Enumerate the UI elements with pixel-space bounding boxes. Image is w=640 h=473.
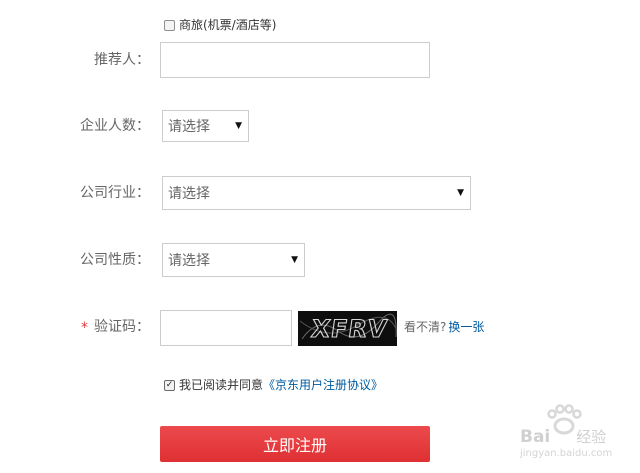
company-nature-selected: 请选择 (168, 253, 210, 269)
company-size-select[interactable]: 请选择 ▼ (162, 110, 249, 142)
dropdown-arrow-icon: ▼ (235, 121, 242, 131)
agreement-prefix: 我已阅读并同意 (179, 378, 264, 392)
company-industry-label: 公司行业： (80, 185, 150, 201)
dropdown-arrow-icon: ▼ (457, 188, 464, 198)
captcha-input[interactable] (160, 310, 292, 346)
referrer-input[interactable] (160, 42, 430, 78)
referrer-label: 推荐人： (94, 52, 150, 68)
required-mark: * (81, 320, 88, 336)
captcha-image[interactable]: XFRV (298, 311, 397, 346)
agreement-checkbox[interactable]: ✓ (164, 379, 175, 391)
captcha-label: 验证码： (94, 319, 150, 335)
business-travel-checkbox[interactable] (164, 19, 175, 31)
company-nature-label: 公司性质： (80, 252, 150, 268)
company-industry-selected: 请选择 (168, 186, 210, 202)
watermark: Bai 经验 jingyan.baidu.com (520, 404, 635, 464)
captcha-refresh-link[interactable]: 换一张 (448, 319, 484, 335)
company-size-selected: 请选择 (168, 119, 210, 135)
captcha-refresh: 看不清? 换一张 (404, 319, 484, 335)
business-travel-option[interactable]: 商旅(机票/酒店等) (164, 17, 276, 33)
agreement-row: ✓ 我已阅读并同意 《京东用户注册协议》 (164, 377, 383, 393)
watermark-brand: Bai (520, 427, 551, 447)
register-button[interactable]: 立即注册 (160, 426, 430, 462)
register-button-label: 立即注册 (262, 436, 327, 455)
watermark-url: jingyan.baidu.com (520, 448, 613, 459)
agreement-link[interactable]: 《京东用户注册协议》 (263, 377, 383, 393)
company-nature-select[interactable]: 请选择 ▼ (162, 243, 305, 277)
captcha-image-text: XFRV (310, 315, 390, 343)
company-size-label: 企业人数： (80, 118, 150, 134)
business-travel-label: 商旅(机票/酒店等) (179, 18, 277, 32)
captcha-hint: 看不清? (404, 320, 447, 334)
captcha-image-graphic: XFRV (299, 313, 397, 344)
company-industry-select[interactable]: 请选择 ▼ (162, 176, 471, 210)
dropdown-arrow-icon: ▼ (291, 255, 298, 265)
watermark-brand2: 经验 (576, 428, 607, 446)
